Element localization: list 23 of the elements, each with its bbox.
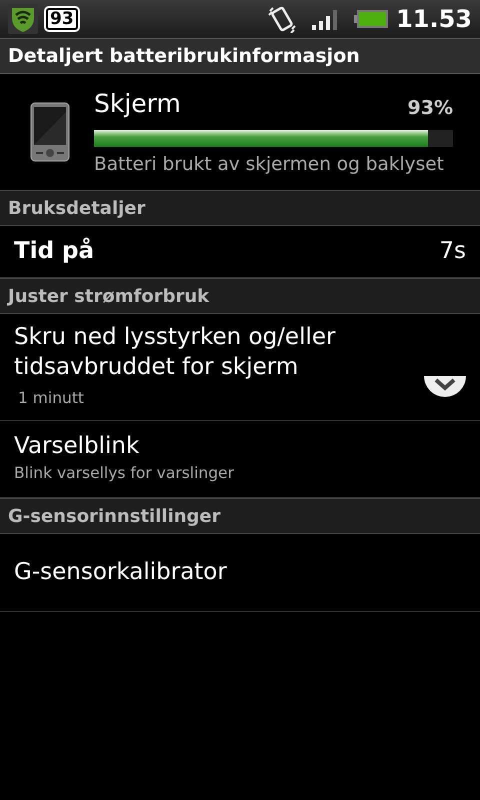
setting-summary: 1 minutt xyxy=(18,388,85,410)
screen-title: Detaljert batteribrukinformasjon xyxy=(8,44,360,69)
phone-icon xyxy=(30,102,70,162)
battery-icon xyxy=(354,10,388,28)
setting-item[interactable]: G-sensorkalibrator xyxy=(0,534,480,612)
dropdown-icon xyxy=(424,376,466,398)
signal-icon xyxy=(312,8,338,30)
usage-description: Batteri brukt av skjermen og baklyset xyxy=(94,153,445,178)
clock: 11.53 xyxy=(396,4,472,35)
usage-name: Skjerm xyxy=(94,88,181,120)
section-header: Bruksdetaljer xyxy=(8,196,146,220)
detail-value: 7s xyxy=(439,237,466,266)
setting-item[interactable]: Skru ned lysstyrken og/eller tidsavbruddet for skjerm 1 minutt xyxy=(0,314,480,421)
detail-label: Tid på xyxy=(14,236,94,266)
section-header: G-sensorinnstillinger xyxy=(8,504,221,528)
section-header: Juster strømforbruk xyxy=(8,284,210,308)
setting-title: Skru ned lysstyrken og/eller tidsavbruddet for skjerm xyxy=(14,323,336,382)
usage-percent: 93% xyxy=(408,96,453,121)
setting-summary: Blink varsellys for varslinger xyxy=(14,463,235,484)
battery-badge: 93 xyxy=(46,8,78,30)
setting-title: G-sensorkalibrator xyxy=(14,558,227,587)
setting-title: Varselblink xyxy=(14,432,140,462)
vibrate-icon xyxy=(268,5,296,33)
